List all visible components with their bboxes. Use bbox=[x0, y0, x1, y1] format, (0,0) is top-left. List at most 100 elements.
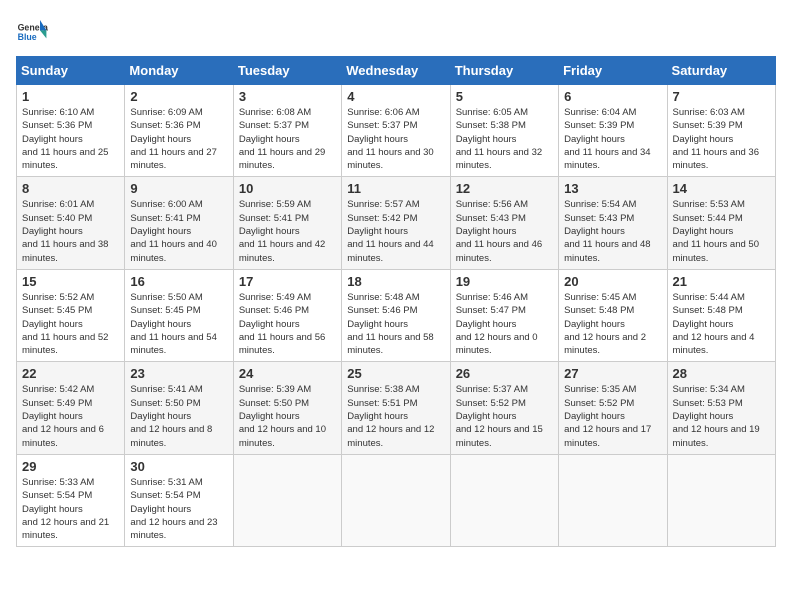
calendar-cell: 6 Sunrise: 6:04 AM Sunset: 5:39 PM Dayli… bbox=[559, 85, 667, 177]
day-info: Sunrise: 6:10 AM Sunset: 5:36 PM Dayligh… bbox=[22, 106, 119, 172]
calendar-cell: 22 Sunrise: 5:42 AM Sunset: 5:49 PM Dayl… bbox=[17, 362, 125, 454]
day-info: Sunrise: 6:09 AM Sunset: 5:36 PM Dayligh… bbox=[130, 106, 227, 172]
calendar-cell: 15 Sunrise: 5:52 AM Sunset: 5:45 PM Dayl… bbox=[17, 269, 125, 361]
day-number: 17 bbox=[239, 274, 336, 289]
day-info: Sunrise: 5:59 AM Sunset: 5:41 PM Dayligh… bbox=[239, 198, 336, 264]
calendar-cell: 20 Sunrise: 5:45 AM Sunset: 5:48 PM Dayl… bbox=[559, 269, 667, 361]
calendar-cell bbox=[233, 454, 341, 546]
calendar-cell: 1 Sunrise: 6:10 AM Sunset: 5:36 PM Dayli… bbox=[17, 85, 125, 177]
day-info: Sunrise: 6:00 AM Sunset: 5:41 PM Dayligh… bbox=[130, 198, 227, 264]
day-info: Sunrise: 5:38 AM Sunset: 5:51 PM Dayligh… bbox=[347, 383, 444, 449]
calendar-cell bbox=[450, 454, 558, 546]
calendar-cell: 13 Sunrise: 5:54 AM Sunset: 5:43 PM Dayl… bbox=[559, 177, 667, 269]
day-info: Sunrise: 5:54 AM Sunset: 5:43 PM Dayligh… bbox=[564, 198, 661, 264]
day-info: Sunrise: 5:45 AM Sunset: 5:48 PM Dayligh… bbox=[564, 291, 661, 357]
day-number: 16 bbox=[130, 274, 227, 289]
calendar-cell: 3 Sunrise: 6:08 AM Sunset: 5:37 PM Dayli… bbox=[233, 85, 341, 177]
calendar-cell: 9 Sunrise: 6:00 AM Sunset: 5:41 PM Dayli… bbox=[125, 177, 233, 269]
day-info: Sunrise: 5:46 AM Sunset: 5:47 PM Dayligh… bbox=[456, 291, 553, 357]
calendar-cell: 19 Sunrise: 5:46 AM Sunset: 5:47 PM Dayl… bbox=[450, 269, 558, 361]
day-header-saturday: Saturday bbox=[667, 57, 775, 85]
calendar-header: SundayMondayTuesdayWednesdayThursdayFrid… bbox=[17, 57, 776, 85]
day-info: Sunrise: 5:33 AM Sunset: 5:54 PM Dayligh… bbox=[22, 476, 119, 542]
calendar-cell: 24 Sunrise: 5:39 AM Sunset: 5:50 PM Dayl… bbox=[233, 362, 341, 454]
day-info: Sunrise: 5:50 AM Sunset: 5:45 PM Dayligh… bbox=[130, 291, 227, 357]
day-number: 28 bbox=[673, 366, 770, 381]
day-number: 6 bbox=[564, 89, 661, 104]
day-number: 24 bbox=[239, 366, 336, 381]
day-number: 18 bbox=[347, 274, 444, 289]
day-number: 21 bbox=[673, 274, 770, 289]
calendar-cell: 10 Sunrise: 5:59 AM Sunset: 5:41 PM Dayl… bbox=[233, 177, 341, 269]
day-info: Sunrise: 5:42 AM Sunset: 5:49 PM Dayligh… bbox=[22, 383, 119, 449]
calendar-week-row: 1 Sunrise: 6:10 AM Sunset: 5:36 PM Dayli… bbox=[17, 85, 776, 177]
day-number: 2 bbox=[130, 89, 227, 104]
calendar-cell: 4 Sunrise: 6:06 AM Sunset: 5:37 PM Dayli… bbox=[342, 85, 450, 177]
day-number: 12 bbox=[456, 181, 553, 196]
day-info: Sunrise: 5:53 AM Sunset: 5:44 PM Dayligh… bbox=[673, 198, 770, 264]
day-number: 4 bbox=[347, 89, 444, 104]
day-info: Sunrise: 6:04 AM Sunset: 5:39 PM Dayligh… bbox=[564, 106, 661, 172]
calendar-cell: 18 Sunrise: 5:48 AM Sunset: 5:46 PM Dayl… bbox=[342, 269, 450, 361]
calendar-cell: 14 Sunrise: 5:53 AM Sunset: 5:44 PM Dayl… bbox=[667, 177, 775, 269]
day-header-thursday: Thursday bbox=[450, 57, 558, 85]
calendar-cell: 7 Sunrise: 6:03 AM Sunset: 5:39 PM Dayli… bbox=[667, 85, 775, 177]
calendar-cell: 25 Sunrise: 5:38 AM Sunset: 5:51 PM Dayl… bbox=[342, 362, 450, 454]
calendar-week-row: 15 Sunrise: 5:52 AM Sunset: 5:45 PM Dayl… bbox=[17, 269, 776, 361]
day-number: 7 bbox=[673, 89, 770, 104]
day-header-sunday: Sunday bbox=[17, 57, 125, 85]
day-info: Sunrise: 5:44 AM Sunset: 5:48 PM Dayligh… bbox=[673, 291, 770, 357]
day-info: Sunrise: 5:31 AM Sunset: 5:54 PM Dayligh… bbox=[130, 476, 227, 542]
day-info: Sunrise: 5:34 AM Sunset: 5:53 PM Dayligh… bbox=[673, 383, 770, 449]
day-number: 5 bbox=[456, 89, 553, 104]
day-number: 14 bbox=[673, 181, 770, 196]
calendar-cell: 28 Sunrise: 5:34 AM Sunset: 5:53 PM Dayl… bbox=[667, 362, 775, 454]
page-header: General Blue bbox=[16, 16, 776, 48]
calendar-cell: 29 Sunrise: 5:33 AM Sunset: 5:54 PM Dayl… bbox=[17, 454, 125, 546]
calendar-cell: 8 Sunrise: 6:01 AM Sunset: 5:40 PM Dayli… bbox=[17, 177, 125, 269]
day-number: 10 bbox=[239, 181, 336, 196]
calendar-week-row: 22 Sunrise: 5:42 AM Sunset: 5:49 PM Dayl… bbox=[17, 362, 776, 454]
calendar-cell: 30 Sunrise: 5:31 AM Sunset: 5:54 PM Dayl… bbox=[125, 454, 233, 546]
calendar-week-row: 8 Sunrise: 6:01 AM Sunset: 5:40 PM Dayli… bbox=[17, 177, 776, 269]
day-number: 27 bbox=[564, 366, 661, 381]
day-number: 25 bbox=[347, 366, 444, 381]
day-info: Sunrise: 5:48 AM Sunset: 5:46 PM Dayligh… bbox=[347, 291, 444, 357]
calendar-cell bbox=[667, 454, 775, 546]
day-info: Sunrise: 5:37 AM Sunset: 5:52 PM Dayligh… bbox=[456, 383, 553, 449]
day-info: Sunrise: 6:08 AM Sunset: 5:37 PM Dayligh… bbox=[239, 106, 336, 172]
day-header-monday: Monday bbox=[125, 57, 233, 85]
calendar-cell bbox=[342, 454, 450, 546]
day-info: Sunrise: 5:56 AM Sunset: 5:43 PM Dayligh… bbox=[456, 198, 553, 264]
day-number: 29 bbox=[22, 459, 119, 474]
day-number: 30 bbox=[130, 459, 227, 474]
day-info: Sunrise: 5:52 AM Sunset: 5:45 PM Dayligh… bbox=[22, 291, 119, 357]
calendar-cell: 27 Sunrise: 5:35 AM Sunset: 5:52 PM Dayl… bbox=[559, 362, 667, 454]
day-info: Sunrise: 5:35 AM Sunset: 5:52 PM Dayligh… bbox=[564, 383, 661, 449]
logo-icon: General Blue bbox=[16, 16, 48, 48]
svg-text:Blue: Blue bbox=[18, 32, 37, 42]
day-number: 22 bbox=[22, 366, 119, 381]
day-info: Sunrise: 6:01 AM Sunset: 5:40 PM Dayligh… bbox=[22, 198, 119, 264]
day-info: Sunrise: 5:41 AM Sunset: 5:50 PM Dayligh… bbox=[130, 383, 227, 449]
day-number: 15 bbox=[22, 274, 119, 289]
calendar-cell: 12 Sunrise: 5:56 AM Sunset: 5:43 PM Dayl… bbox=[450, 177, 558, 269]
day-number: 8 bbox=[22, 181, 119, 196]
calendar-cell: 23 Sunrise: 5:41 AM Sunset: 5:50 PM Dayl… bbox=[125, 362, 233, 454]
day-info: Sunrise: 6:03 AM Sunset: 5:39 PM Dayligh… bbox=[673, 106, 770, 172]
calendar-cell: 5 Sunrise: 6:05 AM Sunset: 5:38 PM Dayli… bbox=[450, 85, 558, 177]
logo: General Blue bbox=[16, 16, 48, 48]
day-info: Sunrise: 6:05 AM Sunset: 5:38 PM Dayligh… bbox=[456, 106, 553, 172]
day-number: 11 bbox=[347, 181, 444, 196]
calendar-cell: 2 Sunrise: 6:09 AM Sunset: 5:36 PM Dayli… bbox=[125, 85, 233, 177]
day-number: 3 bbox=[239, 89, 336, 104]
day-number: 20 bbox=[564, 274, 661, 289]
calendar-cell: 16 Sunrise: 5:50 AM Sunset: 5:45 PM Dayl… bbox=[125, 269, 233, 361]
day-header-wednesday: Wednesday bbox=[342, 57, 450, 85]
calendar-cell bbox=[559, 454, 667, 546]
day-info: Sunrise: 6:06 AM Sunset: 5:37 PM Dayligh… bbox=[347, 106, 444, 172]
day-header-friday: Friday bbox=[559, 57, 667, 85]
calendar-cell: 17 Sunrise: 5:49 AM Sunset: 5:46 PM Dayl… bbox=[233, 269, 341, 361]
day-number: 19 bbox=[456, 274, 553, 289]
day-header-tuesday: Tuesday bbox=[233, 57, 341, 85]
